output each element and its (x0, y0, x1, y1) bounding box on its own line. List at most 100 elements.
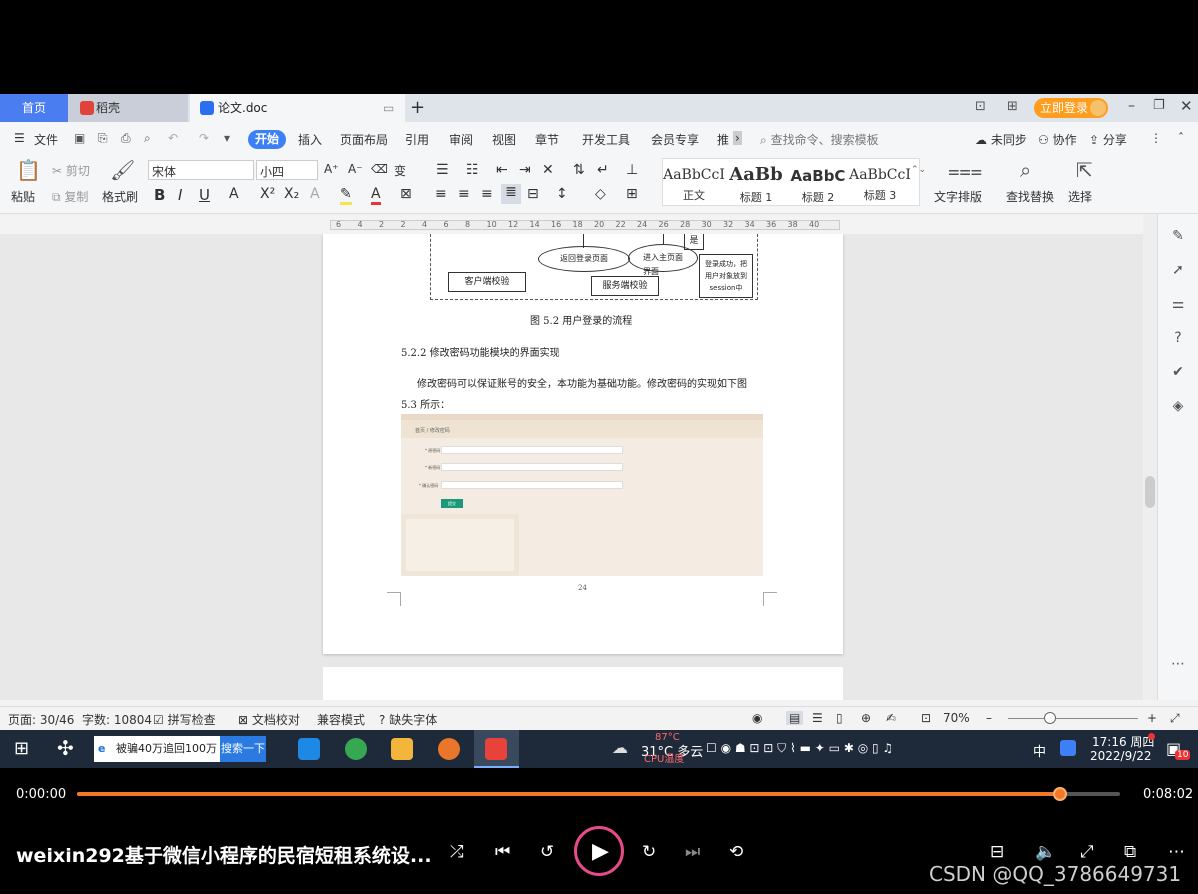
missing-font-button[interactable]: ? 缺失字体 (379, 711, 437, 728)
minimize-icon[interactable]: – (1128, 98, 1135, 114)
word-count[interactable]: 字数: 10804 (82, 711, 152, 728)
pen-icon[interactable]: ✎ (1170, 228, 1186, 244)
tab-daoke[interactable]: 稻壳 (68, 94, 188, 122)
find-icon[interactable]: ⌕ (1020, 158, 1031, 182)
font-size-select[interactable]: 小四 (256, 160, 318, 180)
share-button[interactable]: ⇪ 分享 (1089, 131, 1127, 148)
text-effect-icon[interactable]: A (310, 186, 320, 202)
justify-icon[interactable]: ≣ (501, 184, 521, 204)
subtitles-icon[interactable]: ⊟ (990, 842, 1004, 862)
tray-icons[interactable]: ☐ ◉ ☗ ⊡ ⊡ ⛉ ⌇ ▬ ✦ ▭ ✱ ◎ ▯ ♫ (706, 741, 893, 756)
redo-icon[interactable]: ↷ (199, 131, 209, 145)
write-view-icon[interactable]: ✍ (886, 711, 896, 725)
progress-bar[interactable] (77, 787, 1120, 801)
ie-browser-icon[interactable] (298, 738, 320, 760)
page-view-icon[interactable]: ▤ (786, 711, 804, 725)
vertical-scrollbar[interactable] (1143, 214, 1157, 700)
menu-recommend[interactable]: 推 (717, 131, 729, 148)
more-tools-icon[interactable]: ⋯ (1170, 656, 1186, 672)
paste-icon[interactable]: 📋 (16, 158, 41, 182)
more-options-icon[interactable]: ⋮ (1150, 131, 1162, 145)
export-icon[interactable]: ⎘ (98, 131, 108, 146)
scrollbar-thumb[interactable] (1145, 476, 1155, 508)
superscript-icon[interactable]: X² (260, 186, 275, 202)
preview-icon[interactable]: ⌕ (144, 131, 151, 146)
page-indicator[interactable]: 页面: 30/46 (8, 711, 74, 728)
repeat-icon[interactable]: ⟲ (729, 842, 743, 862)
browser-360-icon[interactable] (345, 738, 367, 760)
command-search[interactable]: ⌕ 查找命令、搜索模板 (760, 131, 879, 148)
font-name-select[interactable]: 宋体 (148, 160, 254, 180)
grid-apps-icon[interactable]: ⊞ (1007, 99, 1018, 114)
italic-icon[interactable]: I (178, 186, 182, 204)
menu-reference[interactable]: 引用 (405, 131, 429, 148)
menu-developer[interactable]: 开发工具 (582, 131, 630, 148)
more-dropdown-icon[interactable]: ▾ (224, 131, 230, 145)
zoom-slider-knob[interactable] (1044, 712, 1056, 724)
style-heading1[interactable]: AaBb 标题 1 (725, 163, 787, 207)
copy-button[interactable]: ⧉ 复制 (52, 188, 88, 205)
save-icon[interactable]: ▣ (74, 131, 85, 145)
zoom-in-icon[interactable]: + (1147, 711, 1157, 725)
restore-icon[interactable]: ❐ (1153, 98, 1165, 113)
previous-icon[interactable]: ⏮ (495, 842, 510, 862)
text-layout-icon[interactable]: ⩶ (948, 158, 982, 182)
doc-check-icon[interactable]: ✔ (1170, 364, 1186, 380)
undo-icon[interactable]: ↶ (168, 131, 178, 145)
cut-button[interactable]: ✂ 剪切 (52, 162, 90, 179)
spell-check-button[interactable]: ☑ 拼写检查 (153, 711, 216, 728)
chinese-layout-icon[interactable]: ✕ (542, 162, 554, 178)
horizontal-ruler[interactable]: 6 4 2 2 4 6 8 10 12 14 16 18 20 22 24 26 28 30 32 34 36 38 40 (330, 218, 840, 232)
bold-icon[interactable]: B (154, 186, 165, 204)
menu-page-layout[interactable]: 页面布局 (340, 131, 388, 148)
taskbar-search-input[interactable]: e 被骗40万追回100万 (94, 736, 220, 762)
sort-icon[interactable]: ⇅ (573, 162, 585, 178)
next-icon[interactable]: ⏭ (685, 842, 700, 862)
menu-insert[interactable]: 插入 (298, 131, 322, 148)
web-view-icon[interactable]: ⊕ (861, 711, 871, 725)
style-heading2[interactable]: AaBbC 标题 2 (787, 163, 849, 207)
more-icon[interactable]: ⋯ (1168, 842, 1185, 862)
rewind-10-icon[interactable]: ↺ (540, 842, 554, 862)
layout-icon[interactable]: ⊡ (975, 99, 986, 114)
highlight-icon[interactable]: ✎ (340, 186, 352, 205)
format-painter-icon[interactable]: 🖌 (110, 158, 135, 182)
forward-30-icon[interactable]: ↻ (642, 842, 656, 862)
document-canvas[interactable]: 是 返回登录页面 进入主页面 界面 登录成功，把用户对象放到session中 客… (0, 234, 1143, 700)
phonetic-icon[interactable]: 变 (394, 162, 406, 179)
hamburger-icon[interactable]: ☰ (14, 131, 25, 145)
format-painter-button[interactable]: 格式刷 (102, 188, 138, 205)
tab-screen-icon[interactable]: ▭ (383, 94, 394, 122)
select-button[interactable]: 选择 (1068, 188, 1092, 205)
grow-font-icon[interactable]: A⁺ (324, 162, 339, 176)
decrease-indent-icon[interactable]: ⇤ (496, 162, 508, 178)
text-layout-button[interactable]: 文字排版 (934, 188, 982, 205)
document-next-page[interactable] (323, 667, 843, 700)
find-replace-button[interactable]: 查找替换 (1006, 188, 1054, 205)
align-left-icon[interactable]: ≡ (435, 186, 447, 202)
help-icon[interactable]: ? (1170, 330, 1186, 346)
tab-stops-icon[interactable]: ⊥ (626, 162, 638, 178)
volume-icon[interactable]: 🔈 (1035, 842, 1056, 862)
paste-button[interactable]: 粘贴 (11, 188, 35, 205)
font-color-icon[interactable]: A (371, 186, 381, 205)
char-border-icon[interactable]: ⊠ (400, 186, 412, 202)
menu-member[interactable]: 会员专享 (651, 131, 699, 148)
clock-time[interactable]: 17:16 周四 (1092, 733, 1154, 750)
new-tab-icon[interactable]: + (410, 97, 425, 118)
taskbar-search-button[interactable]: 搜索一下 (220, 736, 266, 762)
tab-home[interactable]: 首页 (0, 94, 68, 122)
wps-taskbar-button[interactable] (474, 730, 519, 768)
menu-view[interactable]: 视图 (492, 131, 516, 148)
bullet-list-icon[interactable]: ☰ (436, 162, 449, 178)
eye-protection-icon[interactable]: ◉ (752, 711, 762, 725)
align-right-icon[interactable]: ≡ (481, 186, 493, 202)
menu-scroll-right-icon[interactable]: › (733, 131, 742, 145)
q-app-icon[interactable] (1060, 740, 1076, 756)
shuffle-icon[interactable]: ⤮ (450, 842, 464, 862)
collab-button[interactable]: ⚇ 协作 (1038, 131, 1077, 148)
zoom-slider[interactable] (1008, 712, 1138, 724)
distribute-icon[interactable]: ⊟ (527, 186, 539, 202)
pointer-icon[interactable]: ➚ (1170, 262, 1186, 278)
play-button[interactable]: ▶ (574, 826, 624, 876)
